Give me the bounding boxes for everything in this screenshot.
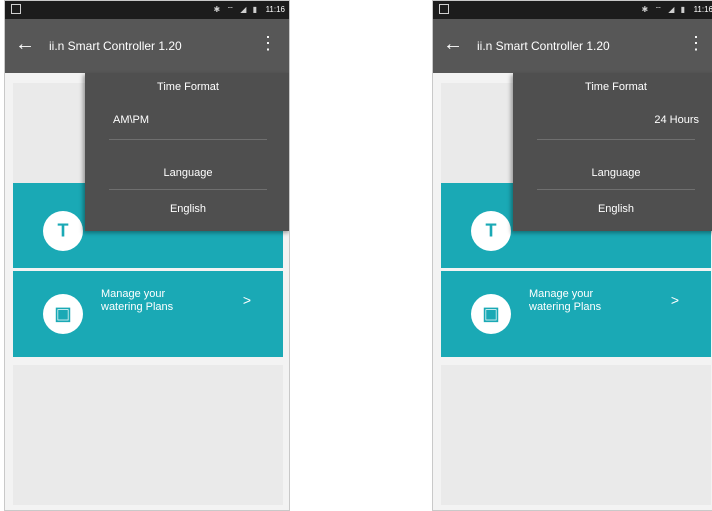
language-value[interactable]: English (513, 203, 712, 215)
language-label: Language (163, 167, 213, 179)
status-bar: ✱ ⌔ ◢ ▮ 11:16 (433, 1, 712, 19)
filter-icon: T (471, 211, 511, 251)
divider (109, 139, 267, 140)
divider (537, 189, 695, 190)
time-format-label: Time Format (585, 81, 647, 93)
notification-icon (439, 4, 449, 14)
status-icons: ✱ ⌔ ◢ ▮ (213, 5, 259, 14)
language-value[interactable]: English (85, 203, 289, 215)
time-format-selected[interactable]: AM\PM (113, 114, 149, 126)
phone-screen-right: ✱ ⌔ ◢ ▮ 11:16 ← ii.n Smart Controller 1.… (432, 0, 712, 511)
plans-icon: ▣ (471, 294, 511, 334)
phone-screen-left: ✱ ⌔ ◢ ▮ 11:16 ← ii.n Smart Controller 1.… (4, 0, 290, 511)
notification-icon (11, 4, 21, 14)
time-format-selected[interactable]: 24 Hours (654, 114, 699, 126)
chevron-right-icon: > (670, 292, 679, 308)
settings-popup-menu: Time Format AM\PM Language English (85, 73, 289, 231)
status-bar: ✱ ⌔ ◢ ▮ 11:16 (5, 1, 289, 19)
language-label: Language (591, 167, 641, 179)
more-options-icon[interactable]: ⋮ (687, 33, 705, 53)
placeholder-card-bottom (13, 365, 283, 505)
plans-icon: ▣ (43, 294, 83, 334)
watering-plans-card[interactable]: ▣ Manage your watering Plans > (13, 271, 283, 357)
divider (109, 189, 267, 190)
divider (537, 139, 695, 140)
watering-plans-text: Manage your watering Plans (101, 288, 174, 313)
app-bar: ← ii.n Smart Controller 1.20 ⋮ (5, 19, 289, 73)
watering-plans-text: Manage your watering Plans (529, 288, 602, 313)
status-time: 11:16 (265, 5, 285, 14)
back-arrow-icon[interactable]: ← (15, 32, 35, 56)
app-bar: ← ii.n Smart Controller 1.20 ⋮ (433, 19, 712, 73)
chevron-right-icon: > (242, 292, 251, 308)
filter-icon: T (43, 211, 83, 251)
watering-plans-card[interactable]: ▣ Manage your watering Plans > (441, 271, 711, 357)
status-icons: ✱ ⌔ ◢ ▮ (641, 5, 687, 14)
more-options-icon[interactable]: ⋮ (259, 33, 277, 53)
app-title: ii.n Smart Controller 1.20 (49, 39, 182, 53)
status-time: 11:16 (693, 5, 712, 14)
app-title: ii.n Smart Controller 1.20 (477, 39, 610, 53)
back-arrow-icon[interactable]: ← (443, 32, 463, 56)
settings-popup-menu: Time Format 24 Hours Language English (513, 73, 712, 231)
time-format-label: Time Format (157, 81, 219, 93)
placeholder-card-bottom (441, 365, 711, 505)
